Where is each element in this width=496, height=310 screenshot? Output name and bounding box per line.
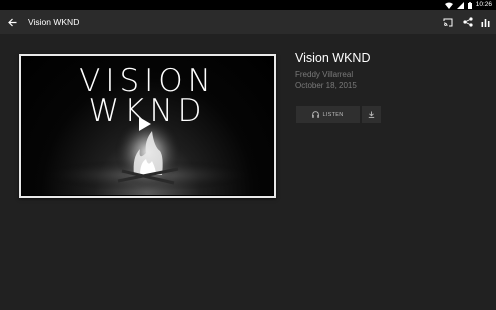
- battery-icon: [467, 1, 472, 9]
- wifi-icon: [444, 2, 453, 9]
- album-artwork: VISION WKND: [19, 54, 276, 198]
- artist-name[interactable]: Freddy Villarreal: [295, 69, 485, 80]
- page-title: Vision WKND: [28, 17, 80, 27]
- back-button[interactable]: [4, 14, 20, 30]
- download-icon: [368, 111, 375, 118]
- cast-icon: [443, 18, 453, 26]
- app-bar: Vision WKND: [0, 10, 496, 34]
- track-content: VISION WKND Vision WKND Freddy Villarrea…: [0, 34, 496, 310]
- cast-button[interactable]: [440, 14, 456, 30]
- share-button[interactable]: [460, 14, 476, 30]
- share-icon: [463, 17, 473, 27]
- artwork-image: VISION WKND: [21, 56, 274, 196]
- play-icon: [139, 117, 151, 131]
- status-icons: 10:26: [444, 0, 492, 10]
- download-button[interactable]: [362, 106, 381, 123]
- track-title: Vision WKND: [295, 51, 371, 65]
- status-bar: 10:26: [0, 0, 496, 10]
- track-info: Vision WKND Freddy Villarreal October 18…: [295, 50, 485, 91]
- play-button[interactable]: [139, 117, 159, 137]
- headphones-icon: [312, 111, 320, 118]
- listen-button[interactable]: LISTEN: [296, 106, 360, 123]
- status-time: 10:26: [475, 1, 492, 8]
- arrow-back-icon: [7, 18, 16, 26]
- equalizer-button[interactable]: [477, 14, 493, 30]
- listen-label: LISTEN: [322, 111, 344, 118]
- equalizer-icon: [481, 18, 489, 27]
- release-date: October 18, 2015: [295, 81, 357, 90]
- cellular-signal-icon: [456, 1, 464, 9]
